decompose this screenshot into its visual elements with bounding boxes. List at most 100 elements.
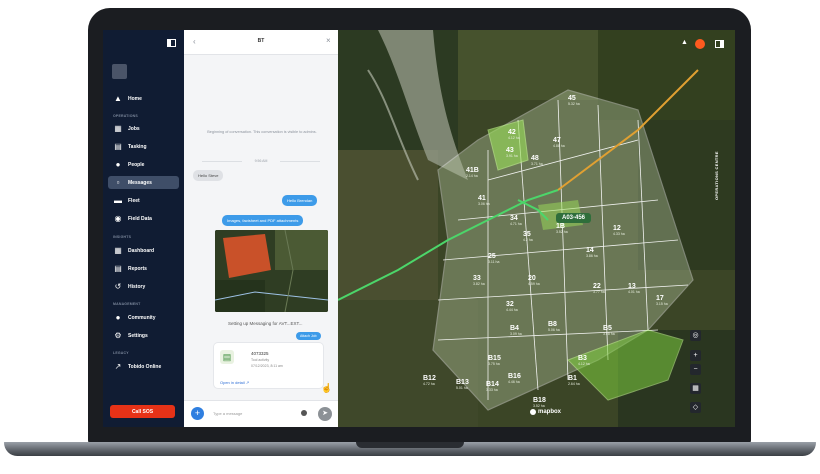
- sidebar-item-label: Settings: [128, 332, 148, 339]
- paddock-id-B16[interactable]: B16: [508, 373, 521, 380]
- avatar[interactable]: [695, 39, 705, 49]
- paddock-area: 4.46 ha: [508, 380, 520, 384]
- paddock-id-17[interactable]: 17: [656, 295, 664, 302]
- paddock-id-B13[interactable]: B13: [456, 379, 469, 386]
- section-label-management: MANAGEMENT: [113, 302, 141, 306]
- job-date: 07/12/2023, 8:11 am: [251, 364, 283, 368]
- paddock-id-34[interactable]: 34: [510, 215, 518, 222]
- sidebar-item-jobs[interactable]: ▦ Jobs: [108, 122, 179, 135]
- sidebar-item-label: Dashboard: [128, 247, 155, 254]
- conversation-notice: Beginning of conversation. This conversa…: [207, 130, 317, 134]
- job-clipboard-icon: ▤: [220, 350, 234, 364]
- open-in-detail-link[interactable]: Open in detail ↗: [220, 380, 249, 385]
- message-input[interactable]: Type a message: [213, 408, 303, 419]
- sidebar-item-label: Home: [128, 95, 142, 102]
- tasking-icon: ▤: [114, 142, 122, 151]
- sidebar-item-settings[interactable]: ⚙ Settings: [108, 329, 179, 342]
- paddock-area: 3.52 ha: [556, 230, 568, 234]
- sidebar-item-tobido-online[interactable]: ↗ Tobido Online: [108, 360, 179, 373]
- emoji-icon[interactable]: [301, 410, 307, 416]
- sidebar-item-community[interactable]: ● Community: [108, 311, 179, 324]
- layers-grid-icon[interactable]: ▦: [690, 383, 701, 394]
- paddock-id-25[interactable]: 25: [488, 253, 496, 260]
- job-card[interactable]: ▤ 4073325 Tool activity 07/12/2023, 8:11…: [214, 343, 323, 388]
- chat-header: ‹ BT ×: [184, 30, 338, 55]
- panel-toggle-icon[interactable]: [715, 40, 724, 48]
- sidebar-item-home[interactable]: ▲ Home: [108, 92, 179, 105]
- sidebar-item-label: Tasking: [128, 143, 147, 150]
- paddock-id-B3[interactable]: B3: [578, 355, 587, 362]
- asset-tag[interactable]: A03-456: [556, 213, 592, 223]
- paddock-id-B4[interactable]: B4: [510, 325, 519, 332]
- paddock-area: 4.12 ha: [508, 136, 520, 140]
- paddock-id-35[interactable]: 35: [523, 231, 531, 238]
- map-view[interactable]: 45 5.32 ha 42 4.12 ha 43 3.91 ha 47 4.88 ha 48 3.…: [338, 30, 735, 427]
- locate-icon[interactable]: ◎: [690, 330, 701, 341]
- paddock-id-B14[interactable]: B14: [486, 381, 499, 388]
- add-attachment-button[interactable]: +: [191, 407, 204, 420]
- paddock-id-41[interactable]: 41: [478, 195, 486, 202]
- layers-icon[interactable]: ◇: [690, 402, 701, 413]
- zoom-out-button[interactable]: −: [690, 364, 701, 375]
- paddock-id-32[interactable]: 32: [506, 301, 514, 308]
- paddock-id-14[interactable]: 14: [586, 247, 594, 254]
- app-screen: ▲ Home OPERATIONS ▦ Jobs ▤ Tasking ● Peo…: [103, 30, 735, 427]
- sidebar-item-fleet[interactable]: ▬ Fleet: [108, 194, 179, 207]
- sidebar-item-label: Field Data: [128, 215, 152, 222]
- notification-bell-icon[interactable]: ▲: [681, 39, 688, 46]
- sidebar-item-label: Fleet: [128, 197, 140, 204]
- sidebar-item-label: Messages: [128, 179, 152, 186]
- close-icon[interactable]: ×: [326, 36, 331, 45]
- paddock-id-B5[interactable]: B5: [603, 325, 612, 332]
- external-link-icon: ↗: [114, 362, 122, 371]
- zoom-in-button[interactable]: +: [690, 350, 701, 361]
- sidebar-item-people[interactable]: ● People: [108, 158, 179, 171]
- attach-job-chip[interactable]: Attach Job: [296, 332, 321, 340]
- paddock-id-22[interactable]: 22: [593, 283, 601, 290]
- sidebar-item-reports[interactable]: ▤ Reports: [108, 262, 179, 275]
- jobs-icon: ▦: [114, 124, 122, 133]
- paddock-area: 3.52 ha: [533, 404, 545, 408]
- paddock-id-47[interactable]: 47: [553, 137, 561, 144]
- sidebar-item-messages[interactable]: ▫ Messages: [108, 176, 179, 189]
- paddock-id-48[interactable]: 48: [531, 155, 539, 162]
- map-image-attachment[interactable]: [215, 230, 328, 312]
- incoming-message: Hello Steve: [193, 170, 224, 181]
- history-icon: ↺: [114, 282, 122, 291]
- dashboard-icon: ▦: [114, 246, 122, 255]
- paddock-area: 3.58 ha: [603, 332, 615, 336]
- paddock-id-1B[interactable]: 1B: [556, 223, 565, 230]
- call-sos-button[interactable]: Call SOS: [110, 405, 175, 418]
- sidebar-item-history[interactable]: ↺ History: [108, 280, 179, 293]
- paddock-id-B15[interactable]: B15: [488, 355, 501, 362]
- paddock-area: 3.11 ha: [488, 260, 499, 264]
- paddock-area: 4.88 ha: [553, 144, 565, 148]
- send-button[interactable]: ➤: [318, 407, 332, 421]
- collapse-sidebar-icon[interactable]: [167, 39, 176, 47]
- section-label-legacy: LEGACY: [113, 351, 129, 355]
- chat-panel: ‹ BT × Beginning of conversation. This c…: [184, 30, 338, 427]
- sidebar-item-dashboard[interactable]: ▦ Dashboard: [108, 244, 179, 257]
- mapbox-attribution: mapbox: [530, 409, 561, 415]
- paddock-id-43[interactable]: 43: [506, 147, 514, 154]
- paddock-area: 5.06 ha: [548, 328, 560, 332]
- paddock-id-12[interactable]: 12: [613, 225, 621, 232]
- sidebar-item-field-data[interactable]: ◉ Field Data: [108, 212, 179, 225]
- paddock-id-33[interactable]: 33: [473, 275, 481, 282]
- paddock-id-45[interactable]: 45: [568, 95, 576, 102]
- paddock-id-B18[interactable]: B18: [533, 397, 546, 404]
- paddock-id-42[interactable]: 42: [508, 129, 516, 136]
- satellite-map[interactable]: 455.32 ha424.12 ha433.91 ha474.88 ha483.…: [338, 30, 735, 427]
- paddock-area: 3.71 ha: [531, 162, 543, 166]
- paddock-id-B8[interactable]: B8: [548, 321, 557, 328]
- sidebar-item-tasking[interactable]: ▤ Tasking: [108, 140, 179, 153]
- paddock-area: 4.71 ha: [510, 222, 522, 226]
- paddock-id-41B[interactable]: 41B: [466, 167, 479, 174]
- section-label-insights: INSIGHTS: [113, 235, 132, 239]
- paddock-id-20[interactable]: 20: [528, 275, 536, 282]
- paddock-id-B12[interactable]: B12: [423, 375, 436, 382]
- paddock-id-B1[interactable]: B1: [568, 375, 577, 382]
- paddock-area: 4.33 ha: [613, 232, 625, 236]
- paddock-id-13[interactable]: 13: [628, 283, 636, 290]
- outgoing-message: Images, factsheet and PDF attachments: [222, 215, 304, 226]
